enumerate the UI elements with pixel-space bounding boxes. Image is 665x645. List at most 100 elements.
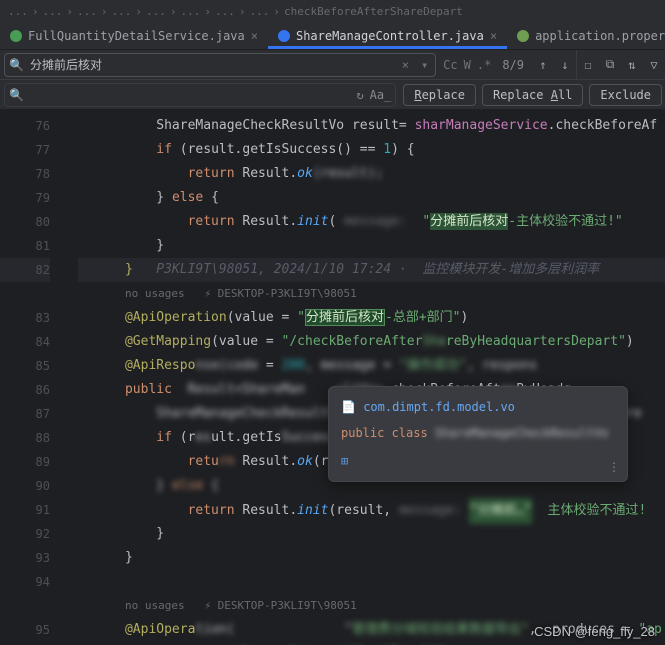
code-area[interactable]: ShareManageCheckResultVo result= sharMan… xyxy=(78,110,665,645)
code-line[interactable] xyxy=(78,570,665,594)
code-line[interactable]: } xyxy=(78,234,665,258)
breadcrumb-item[interactable]: ... xyxy=(181,5,201,18)
regex-option[interactable]: .* xyxy=(474,58,494,72)
code-line[interactable]: @ApiResponse(code = 200, message = "操作成功… xyxy=(78,354,665,378)
fold-marker[interactable] xyxy=(58,114,78,138)
fold-marker[interactable] xyxy=(58,474,78,498)
tab[interactable]: ShareManageController.java× xyxy=(268,22,507,49)
case-option[interactable]: Cc xyxy=(440,58,460,72)
fold-marker[interactable] xyxy=(58,498,78,522)
replace-all-button[interactable]: Replace All xyxy=(482,84,583,106)
line-number[interactable] xyxy=(0,594,50,618)
fold-marker[interactable] xyxy=(58,330,78,354)
find-input-wrap[interactable]: 🔍 × ▾ xyxy=(4,53,436,77)
code-line[interactable]: no usages ⚡ DESKTOP-P3KLI9T\98051 xyxy=(78,594,665,618)
fold-marker[interactable] xyxy=(58,450,78,474)
breadcrumb-item[interactable]: ... xyxy=(112,5,132,18)
fold-marker[interactable] xyxy=(58,282,78,306)
line-number[interactable]: 79 xyxy=(0,186,50,210)
line-number[interactable]: 95 xyxy=(0,618,50,642)
fold-marker[interactable] xyxy=(58,138,78,162)
code-line[interactable]: no usages ⚡ DESKTOP-P3KLI9T\98051 xyxy=(78,282,665,306)
replace-button[interactable]: RReplaceeplace xyxy=(403,84,476,106)
code-line[interactable]: @GetMapping(value = "/checkBeforeAfterSh… xyxy=(78,330,665,354)
history-icon[interactable]: ↻ xyxy=(356,88,363,102)
line-number[interactable]: 80 xyxy=(0,210,50,234)
close-icon[interactable]: × xyxy=(490,29,497,43)
fold-marker[interactable] xyxy=(58,258,78,282)
search-input[interactable] xyxy=(30,58,393,72)
code-line[interactable]: ShareManageCheckResultVo result= sharMan… xyxy=(78,114,665,138)
line-number[interactable]: 89 xyxy=(0,450,50,474)
line-number[interactable]: 82 xyxy=(0,258,50,282)
clear-search-icon[interactable]: × xyxy=(399,58,412,72)
fold-marker[interactable] xyxy=(58,306,78,330)
fold-marker[interactable] xyxy=(58,378,78,402)
fold-marker[interactable] xyxy=(58,210,78,234)
filter-icon[interactable]: ▽ xyxy=(643,58,665,72)
breadcrumb-item[interactable]: ... xyxy=(8,5,28,18)
breadcrumb-item[interactable]: checkBeforeAfterShareDepart xyxy=(284,5,463,18)
select-occurrences-icon[interactable]: ☐ xyxy=(577,58,599,72)
fold-marker[interactable] xyxy=(58,426,78,450)
breadcrumb-item[interactable]: ... xyxy=(43,5,63,18)
code-line[interactable]: } xyxy=(78,546,665,570)
settings-icon[interactable]: ⇅ xyxy=(621,58,643,72)
line-number[interactable]: 83 xyxy=(0,306,50,330)
fold-marker[interactable] xyxy=(58,186,78,210)
fold-marker[interactable] xyxy=(58,402,78,426)
code-line[interactable]: if (result.getIsSuccess() == 1) { xyxy=(78,138,665,162)
line-number[interactable]: 78 xyxy=(0,162,50,186)
prev-match-icon[interactable]: ↑ xyxy=(532,58,554,72)
code-line[interactable]: return Result.init(result, message: "分摊前… xyxy=(78,498,665,522)
hierarchy-icon[interactable]: ⊞ xyxy=(341,454,348,468)
fold-marker[interactable] xyxy=(58,522,78,546)
line-number[interactable]: 88 xyxy=(0,426,50,450)
fold-marker[interactable] xyxy=(58,234,78,258)
select-all-icon[interactable]: ⧉ xyxy=(599,57,621,72)
code-line[interactable]: } P3KLI9T\98051, 2024/1/10 17:24 · 监控模块开… xyxy=(78,258,665,282)
fold-marker[interactable] xyxy=(58,162,78,186)
line-number[interactable]: 93 xyxy=(0,546,50,570)
preserve-case-icon[interactable]: Aa̲ xyxy=(370,88,392,102)
word-option[interactable]: W xyxy=(461,58,474,72)
breadcrumb-item[interactable]: ... xyxy=(77,5,97,18)
line-number[interactable]: 87 xyxy=(0,402,50,426)
tab[interactable]: FullQuantityDetailService.java× xyxy=(0,22,268,49)
dropdown-icon[interactable]: ▾ xyxy=(418,58,431,72)
code-line[interactable]: return Result.ok(result); xyxy=(78,162,665,186)
line-number[interactable]: 90 xyxy=(0,474,50,498)
line-number[interactable]: 77 xyxy=(0,138,50,162)
fold-marker[interactable] xyxy=(58,354,78,378)
line-number[interactable] xyxy=(0,282,50,306)
replace-input-wrap[interactable]: 🔍 ↻ Aa̲ xyxy=(4,83,396,107)
breadcrumb-item[interactable]: ... xyxy=(250,5,270,18)
line-number[interactable]: 85 xyxy=(0,354,50,378)
usages-hint[interactable]: no usages ⚡ DESKTOP-P3KLI9T\98051 xyxy=(125,599,357,612)
tab[interactable]: application.properties× xyxy=(507,22,665,49)
exclude-button[interactable]: Exclude xyxy=(589,84,662,106)
line-number[interactable]: 86 xyxy=(0,378,50,402)
fold-marker[interactable] xyxy=(58,618,78,642)
line-number[interactable]: 92 xyxy=(0,522,50,546)
breadcrumb-item[interactable]: ... xyxy=(215,5,235,18)
fold-marker[interactable] xyxy=(58,594,78,618)
more-menu-icon[interactable]: ⋮ xyxy=(608,457,621,477)
line-number[interactable]: 84 xyxy=(0,330,50,354)
fold-marker[interactable] xyxy=(58,546,78,570)
close-icon[interactable]: × xyxy=(251,29,258,43)
line-number[interactable]: 91 xyxy=(0,498,50,522)
usages-hint[interactable]: no usages ⚡ DESKTOP-P3KLI9T\98051 xyxy=(125,287,357,300)
breadcrumb-item[interactable]: ... xyxy=(146,5,166,18)
code-line[interactable]: @ApiOperation(value = "分摊前后核对-总部+部门") xyxy=(78,306,665,330)
code-line[interactable]: } xyxy=(78,522,665,546)
line-number[interactable]: 94 xyxy=(0,570,50,594)
line-number[interactable]: 76 xyxy=(0,114,50,138)
code-line[interactable]: } else { xyxy=(78,186,665,210)
fold-marker[interactable] xyxy=(58,570,78,594)
code-editor[interactable]: 76777879808182 838485868788899091929394 95… xyxy=(0,110,665,645)
replace-input[interactable] xyxy=(30,88,350,102)
line-number[interactable]: 81 xyxy=(0,234,50,258)
next-match-icon[interactable]: ↓ xyxy=(554,58,576,72)
code-line[interactable]: return Result.init( message: "分摊前后核对-主体校… xyxy=(78,210,665,234)
